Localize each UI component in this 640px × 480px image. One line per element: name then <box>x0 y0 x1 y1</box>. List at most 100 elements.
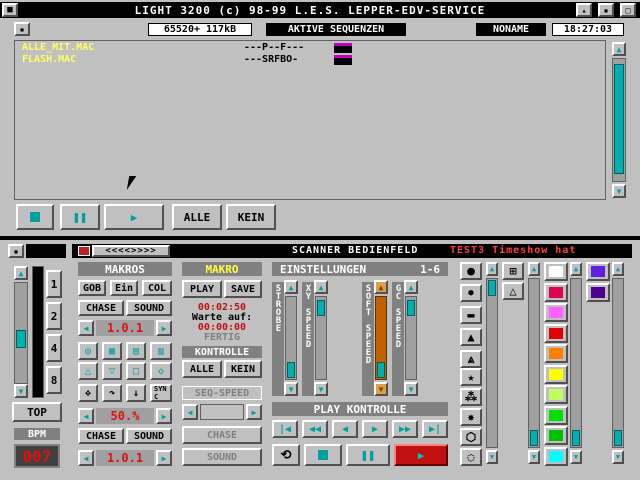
bars-pattern-icon[interactable]: ▥ <box>150 342 172 360</box>
burst-icon[interactable]: ✸ <box>460 408 482 426</box>
rewind-button[interactable]: ◀◀ <box>302 420 328 438</box>
value2-left-button[interactable]: ◀ <box>78 408 94 424</box>
kein-button[interactable]: KEIN <box>226 204 276 230</box>
color-swatch[interactable] <box>544 303 568 322</box>
top-button[interactable]: TOP <box>12 402 62 422</box>
scanner-nav[interactable]: <<<<>>>> <box>92 245 170 257</box>
dotted-circle-icon[interactable]: ◌ <box>460 448 482 466</box>
triangle-gobo-icon[interactable]: △ <box>502 282 524 300</box>
soft-speed-up-button[interactable]: ▲ <box>374 280 388 294</box>
cue-button-8[interactable]: 8 <box>46 366 62 394</box>
skip-forward-button[interactable]: ▶| <box>422 420 448 438</box>
arrow-down-icon[interactable]: ↓ <box>126 384 146 402</box>
color2-scroll-up[interactable]: ▲ <box>612 262 624 276</box>
scroll-down-button[interactable]: ▼ <box>612 184 626 198</box>
scanner-close-icon[interactable] <box>78 246 90 256</box>
filled-circle-icon[interactable]: ● <box>460 262 482 280</box>
color-swatch[interactable] <box>544 446 568 466</box>
strobe-thumb[interactable] <box>287 362 295 378</box>
curve-icon[interactable]: ↷ <box>102 384 122 402</box>
gobo-scrollbar-thumb[interactable] <box>530 430 538 446</box>
gc-speed-down-button[interactable]: ▼ <box>404 382 418 396</box>
layered-triangle-icon[interactable]: ⩓ <box>460 350 482 368</box>
color-swatch[interactable] <box>544 323 568 343</box>
window-restore-icon[interactable]: ▪ <box>598 3 614 17</box>
cone-icon[interactable]: ▲ <box>460 328 482 346</box>
color-swatch[interactable] <box>544 426 568 445</box>
loop-button[interactable]: ⟲ <box>272 444 300 466</box>
cue-button-1[interactable]: 1 <box>46 270 62 298</box>
stop-button[interactable] <box>16 204 54 230</box>
chase2-button[interactable]: CHASE <box>78 428 124 444</box>
diamond-icon[interactable]: ◇ <box>150 362 172 380</box>
maximize-icon[interactable]: □ <box>620 3 636 17</box>
color-swatch[interactable] <box>544 262 568 281</box>
sequence-menu-icon[interactable]: ▪ <box>14 22 30 36</box>
play-pause-button[interactable]: ❚❚ <box>346 444 390 466</box>
shape-scroll-up[interactable]: ▲ <box>486 262 498 276</box>
gobo-scrollbar[interactable] <box>528 278 540 448</box>
xy-speed-down-button[interactable]: ▼ <box>314 382 328 396</box>
play-stop-button[interactable] <box>304 444 342 466</box>
cue-button-4[interactable]: 4 <box>46 334 62 362</box>
gobo-scroll-up[interactable]: ▲ <box>528 262 540 276</box>
scroll-up-button[interactable]: ▲ <box>612 42 626 56</box>
play-start-button[interactable]: ▶ <box>394 444 448 466</box>
makro-sound-button[interactable]: SOUND <box>182 448 262 466</box>
gobo-scroll-down[interactable]: ▼ <box>528 450 540 464</box>
value1-left-button[interactable]: ◀ <box>78 320 94 336</box>
makro-alle-button[interactable]: ALLE <box>182 360 222 378</box>
color-swatch[interactable] <box>544 385 568 404</box>
scrollbar-thumb[interactable] <box>614 64 624 174</box>
forward-button[interactable]: ▶ <box>362 420 388 438</box>
alle-button[interactable]: ALLE <box>172 204 222 230</box>
chase-button[interactable]: CHASE <box>78 300 124 316</box>
xy-speed-thumb[interactable] <box>317 300 325 316</box>
ein-button[interactable]: Ein <box>110 280 138 296</box>
square-icon[interactable]: □ <box>126 362 146 380</box>
sound-button[interactable]: SOUND <box>126 300 172 316</box>
minimize-icon[interactable]: ▴ <box>576 3 592 17</box>
seq-speed-right-button[interactable]: ▶ <box>246 404 262 420</box>
color2-swatch-list[interactable] <box>586 262 610 306</box>
strobe-up-button[interactable]: ▲ <box>284 280 298 294</box>
gob-button[interactable]: GOB <box>78 280 106 296</box>
soft-speed-thumb[interactable] <box>377 362 385 378</box>
xy-speed-up-button[interactable]: ▲ <box>314 280 328 294</box>
color-scrollbar-thumb[interactable] <box>572 430 580 446</box>
gc-speed-up-button[interactable]: ▲ <box>404 280 418 294</box>
pause-button[interactable]: ❚❚ <box>60 204 100 230</box>
color-swatch-list[interactable] <box>544 262 568 468</box>
value3-right-button[interactable]: ▶ <box>156 450 172 466</box>
line-icon[interactable]: ▬ <box>460 306 482 324</box>
pattern-icon[interactable]: ▦ <box>102 342 122 360</box>
grid-gobo-icon[interactable]: ⊞ <box>502 262 524 280</box>
master-slider-up[interactable]: ▲ <box>14 266 28 280</box>
col-button[interactable]: COL <box>142 280 172 296</box>
fast-forward-button[interactable]: ▶▶ <box>392 420 418 438</box>
back-button[interactable]: ◀ <box>332 420 358 438</box>
makro-kein-button[interactable]: KEIN <box>224 360 262 378</box>
skip-back-button[interactable]: |◀ <box>272 420 298 438</box>
sound2-button[interactable]: SOUND <box>126 428 172 444</box>
color-swatch[interactable] <box>544 282 568 302</box>
circle-pattern-icon[interactable]: ◎ <box>78 342 98 360</box>
dot-icon[interactable]: ● <box>460 284 482 302</box>
color-swatch[interactable] <box>586 282 610 302</box>
master-slider-thumb[interactable] <box>16 330 26 348</box>
color-scrollbar[interactable] <box>570 278 582 448</box>
value2-right-button[interactable]: ▶ <box>156 408 172 424</box>
triangle-down-icon[interactable]: ▽ <box>102 362 122 380</box>
color-swatch[interactable] <box>586 262 610 281</box>
makro-chase-button[interactable]: CHASE <box>182 426 262 444</box>
hexagon-icon[interactable]: ⬡ <box>460 428 482 446</box>
master-slider-down[interactable]: ▼ <box>14 384 28 398</box>
sync-button[interactable]: SYNC <box>150 384 172 402</box>
cue-button-2[interactable]: 2 <box>46 302 62 330</box>
move-icon[interactable]: ✥ <box>78 384 98 402</box>
color2-scrollbar[interactable] <box>612 278 624 448</box>
color-swatch[interactable] <box>544 344 568 363</box>
seq-speed-left-button[interactable]: ◀ <box>182 404 198 420</box>
color2-scroll-down[interactable]: ▼ <box>612 450 624 464</box>
color-swatch[interactable] <box>544 405 568 425</box>
